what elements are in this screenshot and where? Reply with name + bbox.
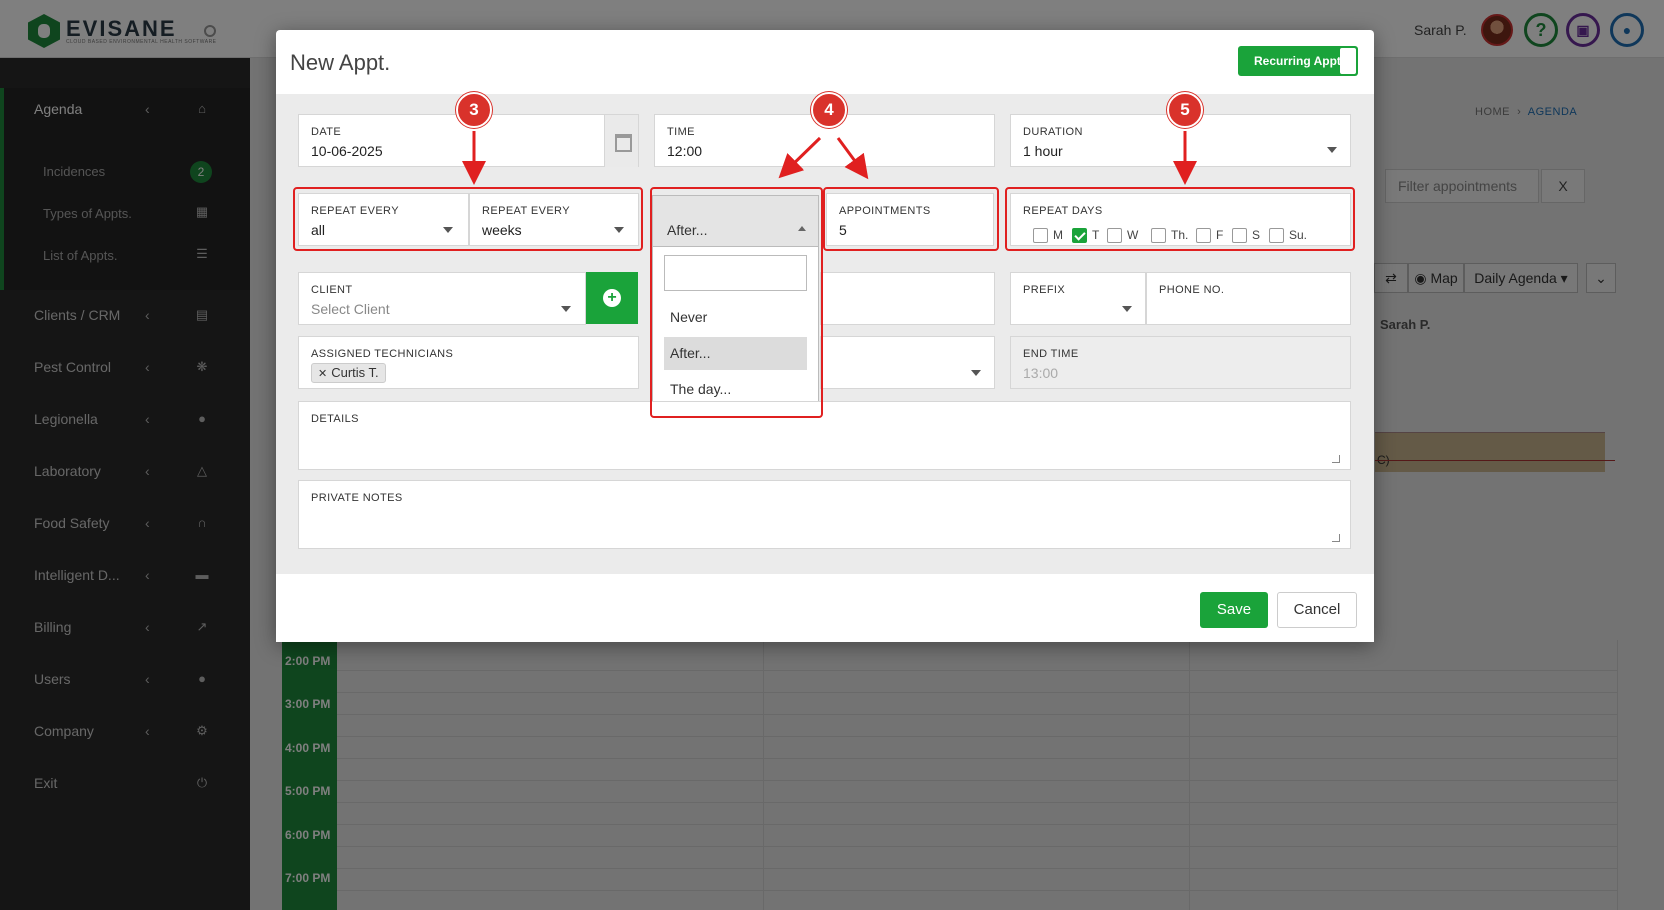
annotation-number: 3 [456,92,492,128]
annotation-number: 4 [811,92,847,128]
annotation-number: 5 [1167,92,1203,128]
arrow-to-end-mode [778,136,822,179]
arrow-to-appointments [836,137,869,180]
annotation-arrows [462,131,1197,185]
